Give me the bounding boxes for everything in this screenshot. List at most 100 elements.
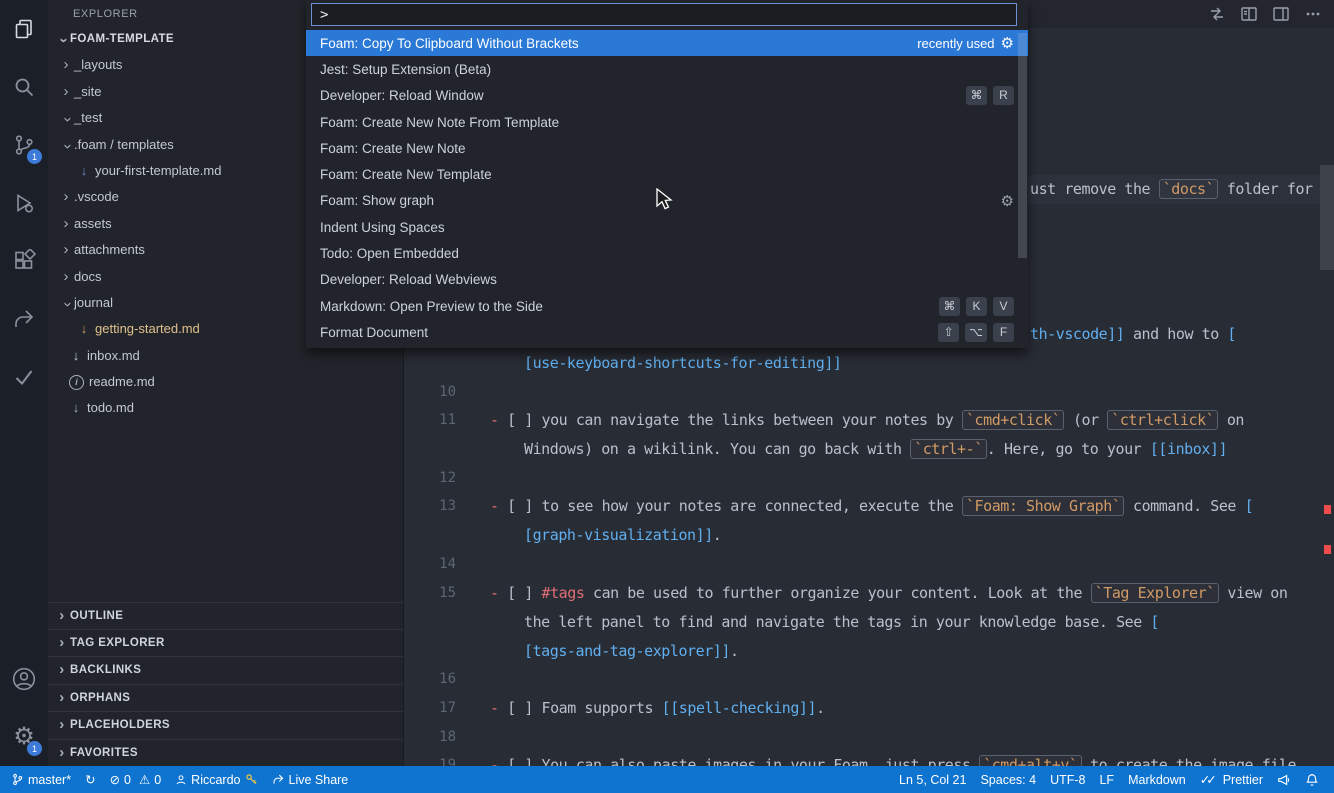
chevron-right-icon: › <box>63 214 69 232</box>
formatter-status[interactable]: ✓✓ Prettier <box>1193 772 1270 788</box>
key-alt: ⌥ <box>965 322 987 342</box>
command-item-reload-webviews[interactable]: Developer: Reload Webviews <box>306 267 1028 293</box>
code-line: ust remove the `docs` folder for <box>1030 179 1313 199</box>
liveshare-user[interactable]: Riccardo <box>168 773 264 787</box>
command-item-new-note-from-template[interactable]: Foam: Create New Note From Template <box>306 109 1028 135</box>
chevron-down-icon: › <box>59 301 77 307</box>
command-item-format-document[interactable]: Format Document ⇧ ⌥ F <box>306 319 1028 345</box>
file-label: todo.md <box>87 400 134 416</box>
sync-icon: ↻ <box>85 773 96 787</box>
eol-selector[interactable]: LF <box>1092 773 1121 787</box>
command-palette: Foam: Copy To Clipboard Without Brackets… <box>306 0 1028 348</box>
key-v: V <box>993 296 1014 316</box>
line-number: 16 <box>439 671 456 687</box>
live-share-button[interactable]: Live Share <box>265 773 356 787</box>
chevron-right-icon: › <box>63 267 69 285</box>
notifications-bell[interactable] <box>1298 773 1326 787</box>
chevron-right-icon: › <box>63 188 69 206</box>
command-item-reload-window[interactable]: Developer: Reload Window ⌘ R <box>306 83 1028 109</box>
command-item-jest-setup[interactable]: Jest: Setup Extension (Beta) <box>306 56 1028 82</box>
section-orphans[interactable]: › ORPHANS <box>48 683 403 711</box>
live-share-icon[interactable] <box>0 290 48 348</box>
section-backlinks[interactable]: › BACKLINKS <box>48 656 403 683</box>
key-shift: ⇧ <box>938 322 960 342</box>
double-check-icon: ✓✓ <box>1199 773 1217 787</box>
tree-item-todo[interactable]: ↓ todo.md <box>48 395 403 421</box>
run-debug-icon[interactable] <box>0 174 48 232</box>
extensions-icon[interactable] <box>0 232 48 290</box>
split-editor-icon[interactable] <box>1270 3 1292 25</box>
code-line: [tags-and-tag-explorer]]. <box>524 642 739 660</box>
chevron-right-icon: › <box>63 241 69 259</box>
root-folder-label: FOAM-TEMPLATE <box>70 33 174 45</box>
command-item-show-graph[interactable]: Foam: Show graph ⚙ <box>306 188 1028 214</box>
markdown-icon: ↓ <box>72 400 80 416</box>
chevron-right-icon: › <box>63 82 69 100</box>
open-preview-icon[interactable] <box>1238 3 1260 25</box>
folder-label: .foam / templates <box>74 136 174 152</box>
encoding[interactable]: UTF-8 <box>1043 773 1092 787</box>
line-number: 19 <box>439 757 456 766</box>
user-icon <box>175 774 187 786</box>
accounts-icon[interactable] <box>0 650 48 708</box>
sidebar-sections: › OUTLINE › TAG EXPLORER › BACKLINKS › O… <box>48 601 403 766</box>
feedback-button[interactable] <box>1270 773 1298 787</box>
bell-icon <box>1305 773 1319 787</box>
code-line: - [ ] you can navigate the links between… <box>490 410 1244 430</box>
tests-check-icon[interactable] <box>0 348 48 406</box>
settings-gear-icon[interactable]: ⚙ 1 <box>0 708 48 766</box>
editor-actions <box>1206 3 1324 25</box>
palette-scrollbar[interactable] <box>1018 33 1027 258</box>
line-number: 15 <box>439 585 456 601</box>
gear-icon[interactable]: ⚙ <box>1001 192 1014 210</box>
folder-label: .vscode <box>74 189 119 205</box>
section-favorites[interactable]: › FAVORITES <box>48 738 403 766</box>
language-mode[interactable]: Markdown <box>1121 773 1193 787</box>
open-changes-icon[interactable] <box>1206 3 1228 25</box>
cursor-position[interactable]: Ln 5, Col 21 <box>892 773 973 787</box>
command-item-open-preview-side[interactable]: Markdown: Open Preview to the Side ⌘ K V <box>306 293 1028 319</box>
command-item-new-note[interactable]: Foam: Create New Note <box>306 135 1028 161</box>
key-k: K <box>966 296 987 316</box>
command-item-new-template[interactable]: Foam: Create New Template <box>306 161 1028 187</box>
line-number: 17 <box>439 700 456 716</box>
line-number: 11 <box>439 412 456 428</box>
indentation[interactable]: Spaces: 4 <box>973 773 1043 787</box>
markdown-icon: ↓ <box>80 321 88 337</box>
live-share-icon <box>272 773 285 786</box>
chevron-right-icon: › <box>59 716 65 734</box>
key-icon <box>245 773 258 786</box>
section-label: FAVORITES <box>70 746 138 759</box>
command-item-indent-using-spaces[interactable]: Indent Using Spaces <box>306 214 1028 240</box>
status-bar: master* ↻ ⊘ 0 ⚠ 0 Riccardo Live Share Ln 5… <box>0 766 1334 793</box>
chevron-right-icon: › <box>59 606 65 624</box>
chevron-right-icon: › <box>63 56 69 74</box>
search-icon[interactable] <box>0 58 48 116</box>
source-control-icon[interactable]: 1 <box>0 116 48 174</box>
code-line: the left panel to find and navigate the … <box>524 613 1159 631</box>
section-label: BACKLINKS <box>70 664 142 677</box>
command-item-todo-open-embedded[interactable]: Todo: Open Embedded <box>306 240 1028 266</box>
section-placeholders[interactable]: › PLACEHOLDERS <box>48 711 403 738</box>
code-line: - [ ] Foam supports [[spell-checking]]. <box>490 699 825 717</box>
section-outline[interactable]: › OUTLINE <box>48 601 403 629</box>
gear-icon[interactable]: ⚙ <box>1001 34 1014 52</box>
tree-item-readme[interactable]: i readme.md <box>48 369 403 395</box>
file-label: inbox.md <box>87 347 140 363</box>
sync-button[interactable]: ↻ <box>78 772 102 787</box>
command-input[interactable] <box>311 3 1017 26</box>
problems-indicator[interactable]: ⊘ 0 ⚠ 0 <box>103 772 169 788</box>
error-marker <box>1324 505 1331 514</box>
explorer-icon[interactable] <box>0 0 48 58</box>
folder-label: docs <box>74 268 102 284</box>
chevron-down-icon: › <box>59 143 77 149</box>
section-tag-explorer[interactable]: › TAG EXPLORER <box>48 629 403 656</box>
markdown-icon: ↓ <box>80 162 88 178</box>
info-icon: i <box>69 374 84 390</box>
section-label: OUTLINE <box>70 609 124 622</box>
command-item-copy-to-clipboard[interactable]: Foam: Copy To Clipboard Without Brackets… <box>306 30 1028 57</box>
editor-scrollbar[interactable] <box>1320 165 1334 270</box>
line-number: 18 <box>439 729 456 745</box>
git-branch-indicator[interactable]: master* <box>4 773 78 787</box>
more-actions-icon[interactable] <box>1302 3 1324 25</box>
